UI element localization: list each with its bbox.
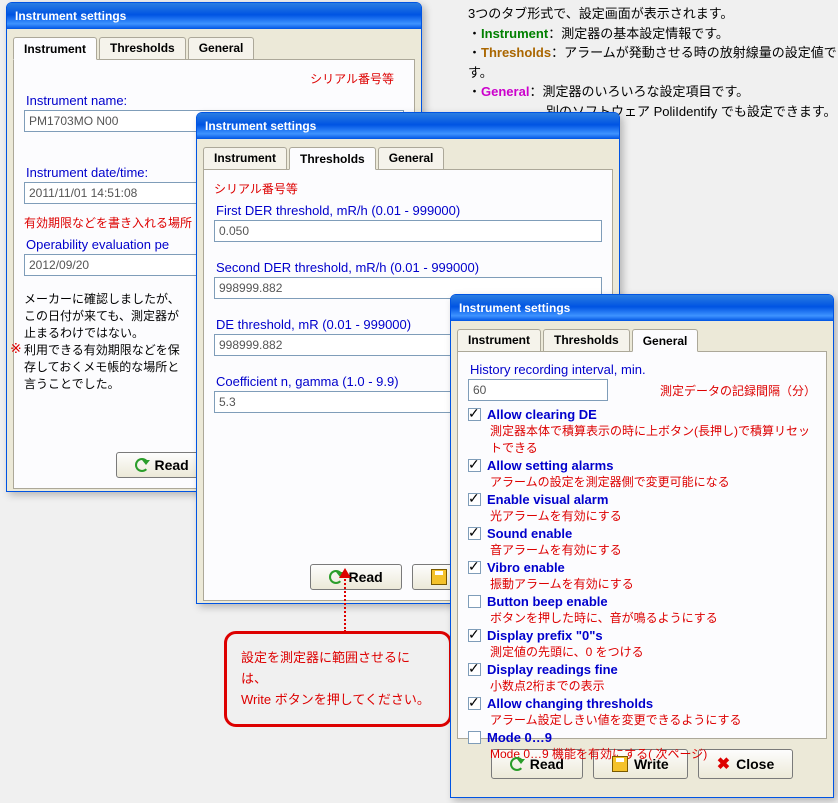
general-item: Vibro enable振動アラームを有効にする: [468, 560, 816, 592]
checkbox[interactable]: [468, 731, 481, 744]
hist-label: History recording interval, min.: [470, 362, 816, 377]
checkbox[interactable]: [468, 408, 481, 421]
callout-arrowhead-icon: [339, 568, 351, 578]
callout-line2: Write ボタンを押してください。: [241, 690, 435, 711]
callout-arrow: [344, 572, 346, 632]
notes-thresholds-line: ・Thresholds：アラームが発動させる時の放射線量の設定値です。: [468, 43, 838, 82]
checkbox[interactable]: [468, 629, 481, 642]
checkbox-hint: Mode 0…9 機能を有効にする( 次ページ): [490, 745, 816, 762]
tab-general[interactable]: General: [632, 329, 699, 352]
checkbox-hint: アラーム設定しきい値を変更できるようにする: [490, 711, 816, 728]
tab-instrument[interactable]: Instrument: [13, 37, 97, 60]
hist-field[interactable]: 60: [468, 379, 608, 401]
checkbox-hint: アラームの設定を測定器側で変更可能になる: [490, 473, 816, 490]
checkbox-label: Sound enable: [487, 526, 572, 541]
checkbox-hint: 音アラームを有効にする: [490, 541, 816, 558]
checkbox[interactable]: [468, 595, 481, 608]
f1-field[interactable]: 0.050: [214, 220, 602, 242]
window-title: Instrument settings: [15, 9, 126, 23]
checkbox-label: Allow clearing DE: [487, 407, 597, 422]
read-button[interactable]: Read: [116, 452, 208, 478]
tablist: Instrument Thresholds General: [203, 147, 613, 169]
tablist: Instrument Thresholds General: [457, 329, 827, 351]
panel-general: History recording interval, min. 60 測定デー…: [457, 351, 827, 739]
titlebar[interactable]: Instrument settings: [451, 295, 833, 321]
checkbox-label: Enable visual alarm: [487, 492, 608, 507]
checkbox-label: Display prefix "0"s: [487, 628, 603, 643]
note-general-desc: ：測定器のいろいろな設定項目です。: [529, 84, 749, 99]
checkbox-label: Vibro enable: [487, 560, 565, 575]
general-item: Display readings fine小数点2桁までの表示: [468, 662, 816, 694]
tab-thresholds[interactable]: Thresholds: [543, 329, 630, 351]
window-general: Instrument settings Instrument Threshold…: [450, 294, 834, 798]
notes-instrument-line: ・Instrument：測定器の基本設定情報です。: [468, 24, 838, 44]
checkbox[interactable]: [468, 561, 481, 574]
hist-hint: 測定データの記録間隔（分）: [612, 382, 816, 399]
refresh-icon: [510, 757, 524, 771]
callout-box: 設定を測定器に範囲させるには、 Write ボタンを押してください。: [224, 631, 452, 727]
notes-head: 3つのタブ形式で、設定画面が表示されます。: [468, 4, 838, 24]
checkbox[interactable]: [468, 527, 481, 540]
general-item: Sound enable音アラームを有効にする: [468, 526, 816, 558]
read-button[interactable]: Read: [310, 564, 402, 590]
tab-general[interactable]: General: [378, 147, 445, 169]
checkbox-label: Allow changing thresholds: [487, 696, 653, 711]
tab-thresholds[interactable]: Thresholds: [289, 147, 376, 170]
tablist: Instrument Thresholds General: [13, 37, 415, 59]
note-general-label: General: [481, 84, 529, 99]
general-item: Enable visual alarm光アラームを有効にする: [468, 492, 816, 524]
checkbox[interactable]: [468, 663, 481, 676]
floppy-icon: [431, 569, 447, 585]
window-title: Instrument settings: [205, 119, 316, 133]
note-thresholds-label: Thresholds: [481, 45, 551, 60]
f2-label: Second DER threshold, mR/h (0.01 - 99900…: [216, 260, 602, 275]
checkbox-label: Button beep enable: [487, 594, 608, 609]
checkbox-hint: ボタンを押した時に、音が鳴るようにする: [490, 609, 816, 626]
checkbox[interactable]: [468, 697, 481, 710]
titlebar[interactable]: Instrument settings: [7, 3, 421, 29]
checkbox[interactable]: [468, 493, 481, 506]
checkbox-label: Display readings fine: [487, 662, 618, 677]
tab-general[interactable]: General: [188, 37, 255, 59]
hint-serial: シリアル番号等: [214, 180, 602, 197]
page-notes: 3つのタブ形式で、設定画面が表示されます。 ・Instrument：測定器の基本…: [468, 4, 838, 121]
f1-label: First DER threshold, mR/h (0.01 - 999000…: [216, 203, 602, 218]
note-mark: ※: [10, 340, 22, 357]
checkbox-label: Mode 0…9: [487, 730, 552, 745]
checkbox-hint: 測定器本体で積算表示の時に上ボタン(長押し)で積算リセットできる: [490, 422, 816, 456]
note-instrument-label: Instrument: [481, 26, 548, 41]
general-item: Display prefix "0"s測定値の先頭に、0 をつける: [468, 628, 816, 660]
window-title: Instrument settings: [459, 301, 570, 315]
general-item: Button beep enableボタンを押した時に、音が鳴るようにする: [468, 594, 816, 626]
checkbox-hint: 光アラームを有効にする: [490, 507, 816, 524]
refresh-icon: [135, 458, 149, 472]
checkbox-hint: 小数点2桁までの表示: [490, 677, 816, 694]
floppy-icon: [612, 756, 628, 772]
tab-thresholds[interactable]: Thresholds: [99, 37, 186, 59]
callout-line1: 設定を測定器に範囲させるには、: [241, 648, 435, 690]
general-item: Allow clearing DE測定器本体で積算表示の時に上ボタン(長押し)で…: [468, 407, 816, 456]
general-item: Allow setting alarmsアラームの設定を測定器側で変更可能になる: [468, 458, 816, 490]
op-note: メーカーに確認しましたが、この日付が来ても、測定器が止まるわけではない。 利用で…: [24, 290, 184, 392]
titlebar[interactable]: Instrument settings: [197, 113, 619, 139]
tab-instrument[interactable]: Instrument: [203, 147, 287, 169]
notes-general-line: ・General：測定器のいろいろな設定項目です。: [468, 82, 838, 102]
hint-serial: シリアル番号等: [24, 70, 394, 87]
general-item: Allow changing thresholdsアラーム設定しきい値を変更でき…: [468, 696, 816, 728]
checkbox[interactable]: [468, 459, 481, 472]
name-label: Instrument name:: [26, 93, 404, 108]
checkbox-hint: 測定値の先頭に、0 をつける: [490, 643, 816, 660]
checkbox-label: Allow setting alarms: [487, 458, 613, 473]
tab-instrument[interactable]: Instrument: [457, 329, 541, 351]
note-instrument-desc: ：測定器の基本設定情報です。: [548, 26, 729, 41]
checkbox-hint: 振動アラームを有効にする: [490, 575, 816, 592]
